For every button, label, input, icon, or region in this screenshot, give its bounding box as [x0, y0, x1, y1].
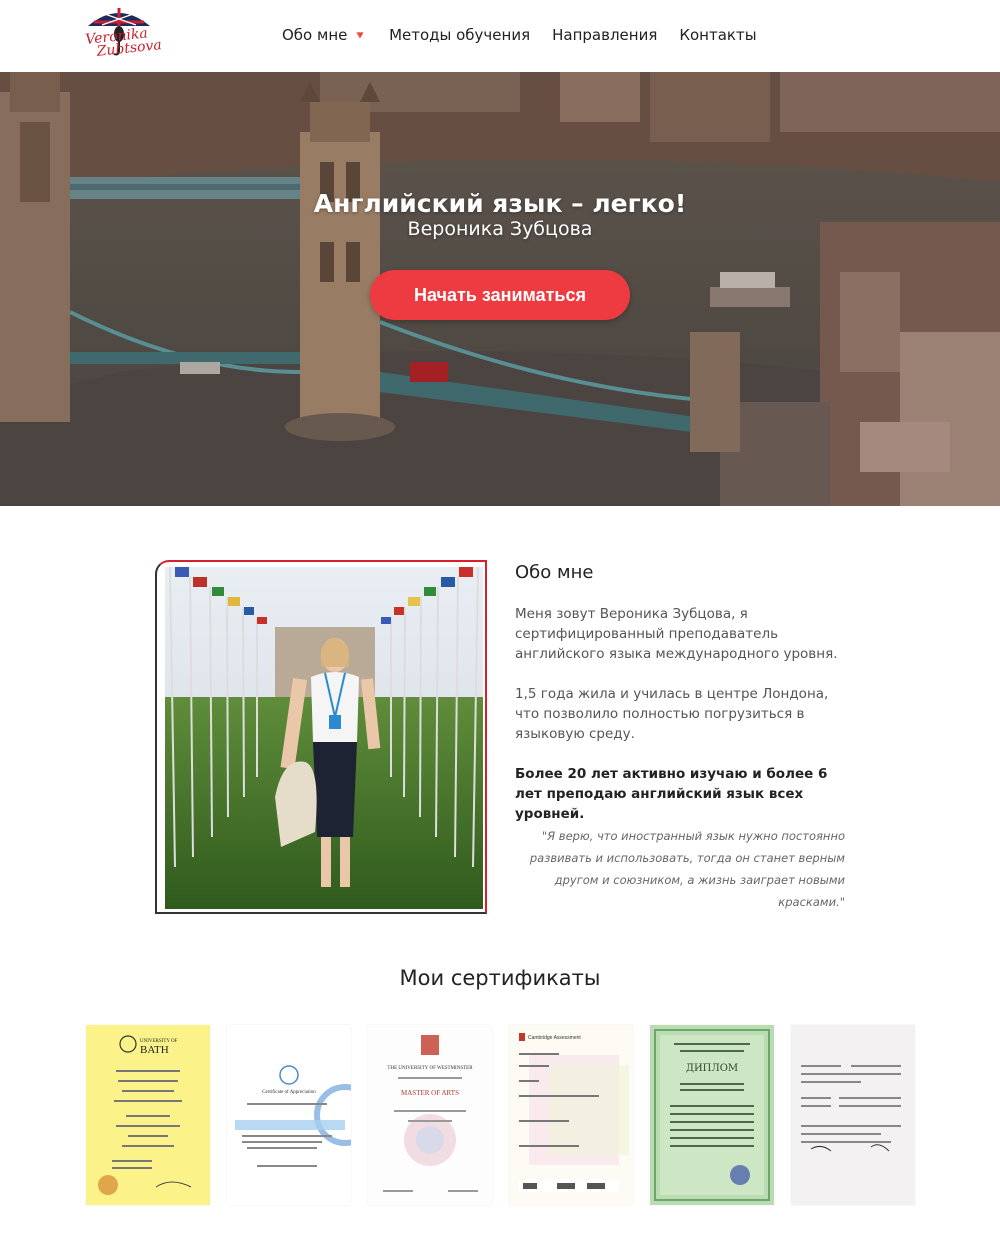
certificate-bath[interactable]: UNIVERSITY OF BATH: [86, 1025, 210, 1205]
caret-down-icon: 🔻: [353, 28, 368, 42]
hero-subtitle: Вероника Зубцова: [407, 218, 593, 240]
nav-item-about[interactable]: Обо мне 🔻: [282, 26, 367, 44]
nav-item-label: Обо мне: [282, 26, 348, 44]
nav-item-label: Контакты: [679, 26, 757, 44]
site-header: Veronika Zubtsova Обо мне 🔻 Методы обуче…: [0, 0, 1000, 72]
about-title: Обо мне: [515, 562, 594, 583]
svg-text:Cambridge Assessment: Cambridge Assessment: [528, 1035, 581, 1041]
certificate-un[interactable]: Certificate of Appreciation: [227, 1025, 351, 1205]
about-paragraph: 1,5 года жила и училась в центре Лондона…: [515, 686, 829, 742]
hero-section: Английский язык – легко! Вероника Зубцов…: [0, 72, 1000, 506]
hero-title: Английский язык – легко!: [313, 189, 687, 218]
svg-text:Certificate of Appreciation: Certificate of Appreciation: [262, 1090, 316, 1095]
cert-heading: BATH: [140, 1044, 169, 1056]
certificate-cambridge[interactable]: Cambridge Assessment: [509, 1025, 633, 1205]
about-quote: "Я верю, что иностранный язык нужно пост…: [529, 829, 845, 909]
nav-item-contacts[interactable]: Контакты: [679, 26, 756, 44]
about-highlight: Более 20 лет активно изучаю и более 6 ле…: [515, 766, 828, 822]
nav-item-label: Направления: [552, 26, 658, 44]
certificates-title: Мои сертификаты: [399, 966, 601, 990]
certificate-westminster[interactable]: THE UNIVERSITY OF WESTMINSTER MASTER OF …: [368, 1025, 492, 1205]
nav-item-directions[interactable]: Направления: [552, 26, 657, 44]
nav-item-label: Методы обучения: [389, 26, 531, 44]
svg-text:MASTER OF ARTS: MASTER OF ARTS: [401, 1089, 459, 1097]
certificate-form[interactable]: [791, 1025, 915, 1205]
teacher-photo: [165, 567, 483, 909]
start-learning-button[interactable]: Начать заниматься: [370, 270, 630, 320]
about-paragraph: Меня зовут Вероника Зубцова, я сертифици…: [515, 606, 838, 662]
nav-item-methods[interactable]: Методы обучения: [389, 26, 530, 44]
site-logo[interactable]: Veronika Zubtsova: [84, 4, 162, 66]
svg-text:THE UNIVERSITY OF WESTMINSTER: THE UNIVERSITY OF WESTMINSTER: [387, 1066, 473, 1071]
svg-text:ДИПЛОМ: ДИПЛОМ: [686, 1063, 738, 1074]
main-nav: Обо мне 🔻 Методы обучения Направления Ко…: [282, 26, 779, 44]
certificate-diplom[interactable]: ДИПЛОМ: [650, 1025, 774, 1205]
